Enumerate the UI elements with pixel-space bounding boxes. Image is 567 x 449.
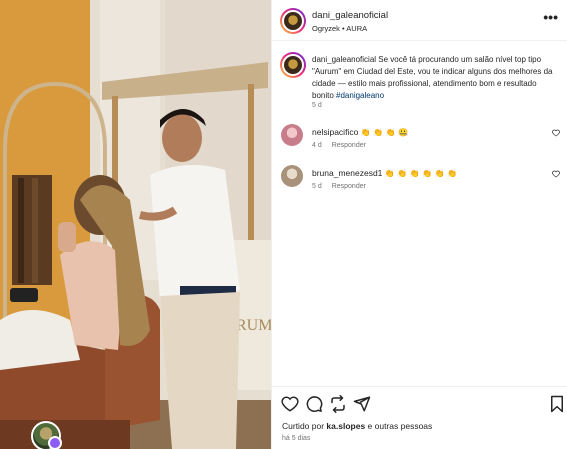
liked-by-user[interactable]: ka.slopes: [326, 421, 365, 431]
more-options-icon[interactable]: •••: [543, 10, 558, 24]
author-username[interactable]: dani_galeanoficial: [312, 10, 388, 21]
comment-item: nelsipacifico 👏 👏 👏 🤐 4 d Responder: [272, 124, 567, 160]
post-actions-bar: Curtido por ka.slopes e outras pessoas h…: [272, 386, 567, 449]
post-timestamp[interactable]: há 5 dias: [282, 435, 310, 442]
liked-by-text: Curtido por ka.slopes e outras pessoas: [282, 421, 432, 431]
comment-timestamp[interactable]: 4 d: [312, 142, 322, 149]
comment-meta: 4 d Responder: [312, 142, 374, 149]
share-icon[interactable]: [329, 395, 347, 413]
media-badge-icon: [48, 436, 62, 449]
heart-icon[interactable]: [281, 395, 299, 413]
caption-hashtag-link[interactable]: #danigaleano: [336, 91, 384, 100]
comment-username[interactable]: bruna_menezesd1: [312, 168, 382, 178]
comment-like-heart-icon[interactable]: [552, 129, 560, 137]
comment-emojis: 👏 👏 👏 👏 👏 👏: [384, 169, 458, 178]
comment-like-heart-icon[interactable]: [552, 170, 560, 178]
comment-meta: 5 d Responder: [312, 183, 374, 190]
post-details-panel: dani_galeanoficial Ogryzek • AURA ••• da…: [271, 0, 567, 449]
comment-icon[interactable]: [305, 395, 323, 413]
comment-text: nelsipacifico 👏 👏 👏 🤐: [312, 127, 408, 137]
comment-text: bruna_menezesd1 👏 👏 👏 👏 👏 👏: [312, 168, 457, 178]
post-media-video[interactable]: RUM: [0, 0, 271, 449]
comment-avatar[interactable]: [281, 165, 303, 187]
post-location[interactable]: Ogryzek • AURA: [312, 24, 367, 33]
liked-by-suffix[interactable]: e outras pessoas: [365, 421, 433, 431]
caption-author-username[interactable]: dani_galeanoficial: [312, 55, 376, 64]
caption-text: dani_galeanoficial Se você tá procurando…: [312, 54, 560, 102]
post-header: dani_galeanoficial Ogryzek • AURA •••: [272, 0, 567, 41]
caption-author-avatar[interactable]: [280, 52, 306, 78]
comment-avatar[interactable]: [281, 124, 303, 146]
comment-item: bruna_menezesd1 👏 👏 👏 👏 👏 👏 5 d Responde…: [272, 165, 567, 201]
send-icon[interactable]: [353, 395, 371, 413]
comment-timestamp[interactable]: 5 d: [312, 183, 322, 190]
svg-text:RUM: RUM: [236, 317, 271, 334]
caption-timestamp[interactable]: 5 d: [312, 102, 322, 109]
comment-username[interactable]: nelsipacifico: [312, 127, 358, 137]
reply-button[interactable]: Responder: [332, 142, 366, 149]
salon-scene-image: RUM: [0, 0, 271, 449]
comment-emojis: 👏 👏 👏 🤐: [360, 128, 409, 137]
reply-button[interactable]: Responder: [332, 183, 366, 190]
liked-by-prefix: Curtido por: [282, 421, 327, 431]
author-avatar[interactable]: [280, 8, 306, 34]
bookmark-icon[interactable]: [548, 395, 566, 413]
